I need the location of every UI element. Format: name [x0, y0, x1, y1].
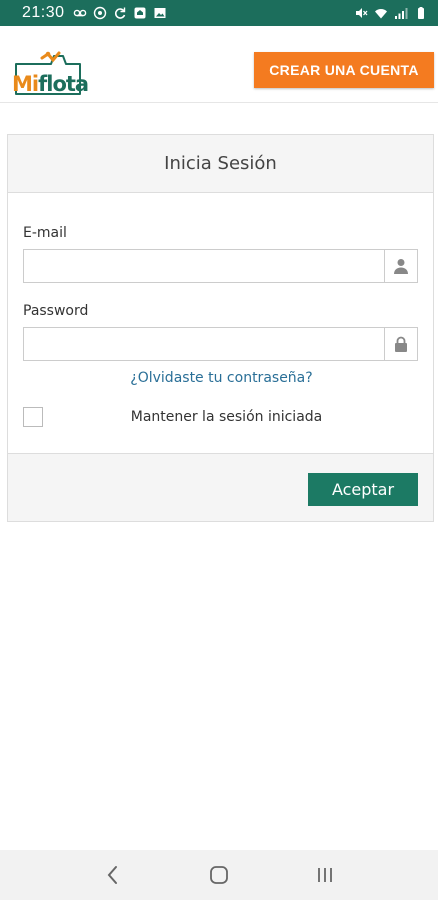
lock-icon	[395, 336, 407, 352]
sync-icon	[114, 7, 125, 19]
mute-icon	[356, 8, 368, 18]
app-header: Miflota CREAR UNA CUENTA	[0, 26, 438, 102]
wifi-icon	[375, 9, 387, 19]
email-field[interactable]	[24, 250, 384, 282]
nav-home-button[interactable]	[199, 855, 239, 895]
notification-icon	[93, 6, 106, 20]
signal-icon	[395, 8, 408, 19]
user-icon	[394, 259, 408, 274]
recents-icon	[318, 868, 332, 882]
image-icon	[154, 8, 166, 18]
nav-back-button[interactable]	[93, 855, 133, 895]
email-label: E-mail	[23, 225, 67, 241]
password-input-group	[23, 327, 418, 361]
back-icon	[107, 866, 117, 884]
voicemail-icon	[73, 9, 86, 17]
home-app-icon	[134, 7, 146, 19]
logo-mi: Mi	[12, 72, 39, 96]
status-right-icons	[354, 6, 428, 20]
login-footer: Aceptar	[8, 453, 433, 521]
accept-button[interactable]: Aceptar	[308, 473, 418, 506]
forgot-password-link[interactable]: ¿Olvidaste tu contraseña?	[8, 370, 435, 386]
password-addon	[384, 328, 417, 360]
status-bar: 21:30	[0, 0, 438, 26]
login-title: Inicia Sesión	[8, 135, 433, 193]
status-left-icons	[73, 6, 167, 20]
remember-label: Mantener la sesión iniciada	[130, 409, 323, 425]
header-divider	[0, 102, 438, 103]
login-panel: Inicia Sesión E-mail Password ¿Olvidaste…	[7, 134, 434, 522]
home-icon	[210, 866, 228, 884]
logo-text: Miflota	[12, 72, 89, 96]
create-account-button[interactable]: CREAR UNA CUENTA	[254, 52, 434, 88]
battery-icon	[418, 7, 424, 19]
nav-recents-button[interactable]	[305, 855, 345, 895]
password-label: Password	[23, 303, 89, 319]
logo-flota: flota	[38, 72, 89, 96]
system-nav-bar	[0, 850, 438, 900]
status-time: 21:30	[22, 4, 65, 21]
miflota-logo[interactable]: Miflota	[8, 50, 89, 100]
email-input-group	[23, 249, 418, 283]
email-addon	[384, 250, 417, 282]
password-field[interactable]	[24, 328, 384, 360]
